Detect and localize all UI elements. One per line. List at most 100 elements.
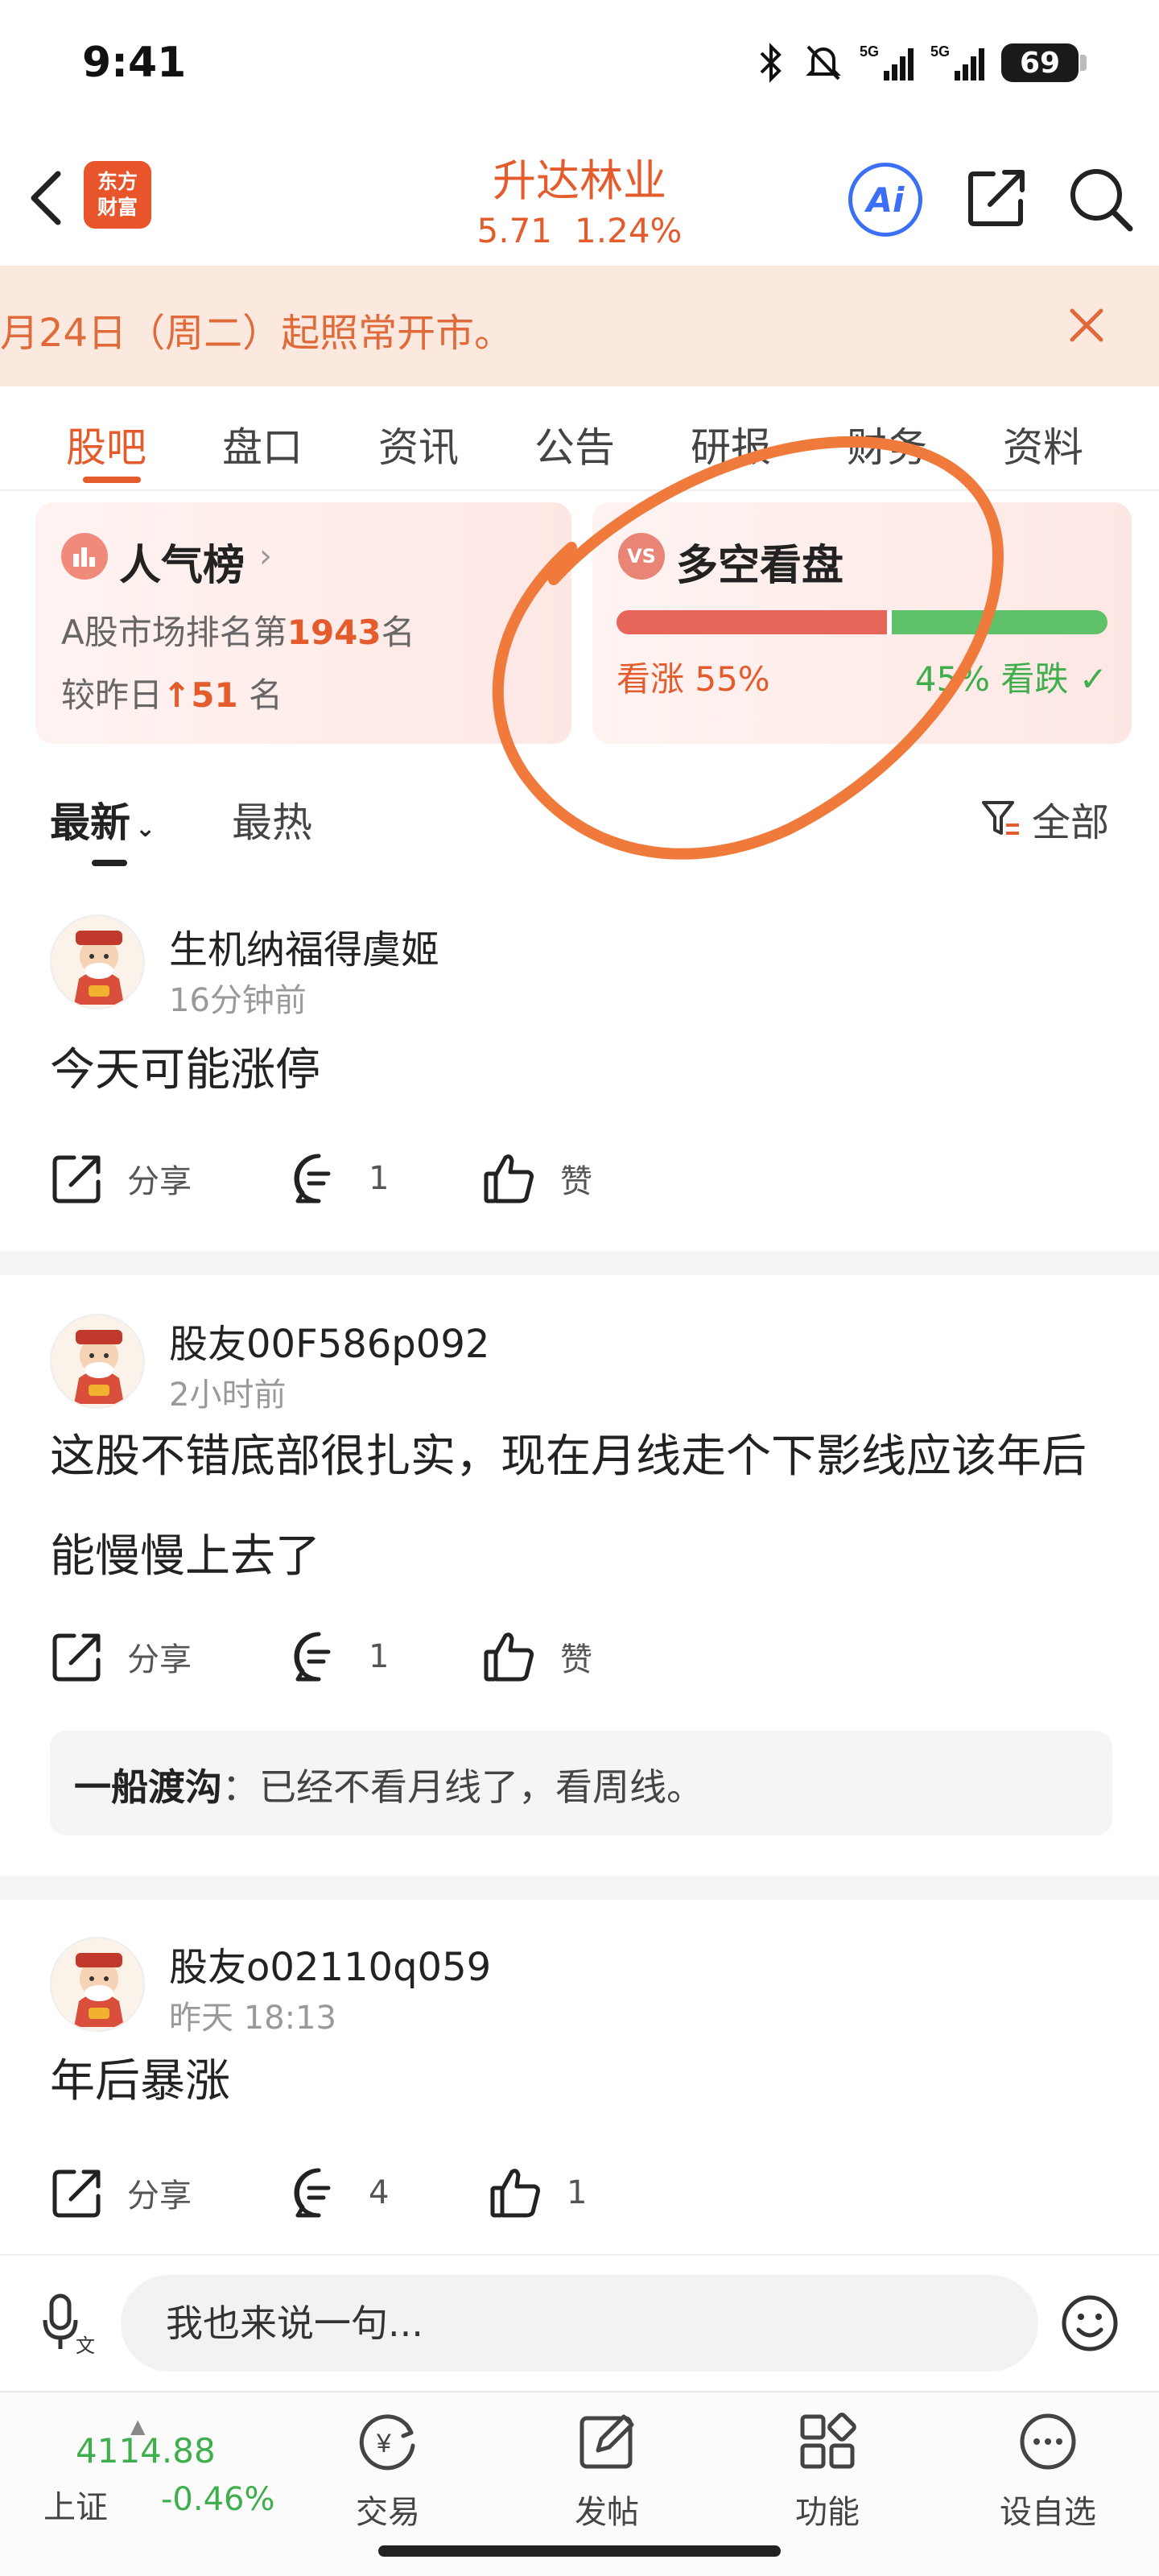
nav-post[interactable]: 发帖: [534, 2409, 679, 2545]
tab-research[interactable]: 研报: [691, 415, 771, 473]
index-change: -0.46%: [161, 2481, 275, 2518]
emoji-icon[interactable]: [1059, 2293, 1120, 2354]
market-index-widget[interactable]: ▲ 4114.88 上证 -0.46%: [40, 2415, 282, 2526]
post-body[interactable]: 这股不错底部很扎实，现在月线走个下影线应该年后能慢慢上去了: [50, 1407, 1112, 1607]
stock-name[interactable]: 升达林业: [419, 145, 740, 208]
sort-latest-label: 最新: [50, 799, 130, 846]
like-button[interactable]: 赞: [481, 1629, 592, 1684]
post-actions: 分享 1 赞: [50, 1151, 855, 1216]
reply-username[interactable]: 一船渡沟: [74, 1765, 222, 1809]
comment-button[interactable]: 1: [291, 1151, 389, 1206]
nav-add-watchlist-label: 设自选: [1000, 2494, 1096, 2531]
comment-bar: 文: [0, 2254, 1159, 2391]
popularity-card[interactable]: 人气榜 › A股市场排名第1943名 较昨日↑51 名: [35, 502, 571, 744]
sort-hot-tab[interactable]: 最热: [232, 791, 312, 848]
search-icon[interactable]: [1066, 164, 1135, 233]
post-body[interactable]: 年后暴涨: [50, 2032, 1112, 2132]
share-button[interactable]: 分享: [50, 2165, 192, 2220]
nav-add-watchlist[interactable]: 设自选: [975, 2409, 1120, 2545]
post-body[interactable]: 今天可能涨停: [50, 1021, 1112, 1121]
post-item[interactable]: 股友o02110q059 昨天 18:13 年后暴涨 分享 4 1: [0, 1900, 1159, 2254]
like-button[interactable]: 1: [488, 2165, 587, 2220]
rank-value: 1943: [287, 613, 382, 652]
post-username[interactable]: 股友00F586p092: [169, 1312, 489, 1368]
comment-input[interactable]: [121, 2275, 1038, 2372]
post-username[interactable]: 股友o02110q059: [169, 1935, 491, 1992]
share-button[interactable]: 分享: [50, 1151, 192, 1206]
like-count: 1: [567, 2174, 588, 2211]
tab-guba[interactable]: 股吧: [66, 415, 146, 473]
nav-functions[interactable]: 功能: [755, 2409, 900, 2545]
post-username[interactable]: 生机纳福得虞姬: [169, 918, 439, 974]
tab-news[interactable]: 资讯: [378, 415, 459, 473]
avatar[interactable]: [50, 1314, 145, 1409]
like-label: 赞: [560, 1163, 592, 1200]
tab-finance[interactable]: 财务: [847, 415, 927, 473]
brand-logo[interactable]: 东方 财富: [84, 161, 151, 229]
bearish-label: 45% 看跌 ✓: [915, 652, 1107, 701]
chart-rank-icon: [61, 533, 108, 580]
avatar[interactable]: [50, 1937, 145, 2032]
post-divider: [0, 1251, 1159, 1275]
thumbs-up-icon: [484, 1633, 534, 1682]
back-icon[interactable]: [23, 166, 71, 230]
compose-icon: [580, 2414, 634, 2469]
thumbs-up-icon: [490, 2169, 540, 2218]
summary-cards: 人气榜 › A股市场排名第1943名 较昨日↑51 名 VS 多空看盘 看涨 5…: [35, 502, 1132, 744]
popularity-change: 较昨日↑51 名: [61, 668, 283, 717]
nav-trade[interactable]: ¥ 交易: [316, 2409, 460, 2545]
more-icon: [1020, 2413, 1076, 2470]
signal-5g-icon-2: 5G: [930, 43, 984, 80]
tab-pankou[interactable]: 盘口: [222, 415, 303, 473]
rank-suffix: 名: [381, 613, 415, 652]
post-item[interactable]: 股友00F586p092 2小时前 这股不错底部很扎实，现在月线走个下影线应该年…: [0, 1275, 1159, 1863]
ai-button[interactable]: Ai: [848, 163, 922, 237]
grid-icon: [800, 2413, 856, 2469]
stock-header: 东方 财富 升达林业 5.71 1.24% Ai: [0, 129, 1159, 266]
voice-input-icon[interactable]: 文: [40, 2291, 97, 2355]
mute-bell-icon: [806, 45, 841, 80]
like-button[interactable]: 赞: [481, 1151, 592, 1206]
chevron-right-icon: ›: [259, 538, 272, 575]
sentiment-card[interactable]: VS 多空看盘 看涨 55% 45% 看跌 ✓: [592, 502, 1132, 744]
comment-button[interactable]: 4: [291, 2165, 389, 2220]
status-bar: 9:41 5G 5G 69: [0, 0, 1159, 129]
reply-text: ：已经不看月线了，看周线。: [222, 1765, 703, 1809]
comment-count: 1: [369, 1638, 390, 1675]
bullish-label: 看涨 55%: [617, 659, 770, 699]
close-icon[interactable]: [1062, 301, 1111, 349]
check-icon: ✓: [1079, 659, 1107, 699]
comment-button[interactable]: 1: [291, 1629, 389, 1684]
svg-text:5G: 5G: [860, 43, 879, 60]
like-label: 赞: [560, 1641, 592, 1678]
filter-icon: [981, 801, 1019, 835]
trade-icon: ¥: [359, 2414, 415, 2471]
filter-button[interactable]: 全部: [980, 791, 1109, 847]
change-suffix: 名: [249, 675, 283, 715]
bearish-label-text: 45% 看跌: [914, 659, 1069, 699]
home-indicator: [378, 2545, 781, 2557]
index-value: 4114.88: [76, 2431, 216, 2471]
popularity-title: 人气榜: [119, 542, 245, 590]
bearish-bar: [891, 610, 1107, 634]
share-icon: [52, 2169, 101, 2218]
nav-post-label: 发帖: [575, 2494, 639, 2531]
tab-profile[interactable]: 资料: [1003, 415, 1083, 473]
status-time: 9:41: [82, 39, 187, 87]
tab-announcements[interactable]: 公告: [534, 415, 615, 473]
share-icon[interactable]: [964, 164, 1030, 230]
popularity-rank: A股市场排名第1943名: [61, 605, 415, 654]
post-timestamp: 16分钟前: [169, 982, 307, 1019]
avatar[interactable]: [50, 914, 145, 1009]
signal-5g-icon-1: 5G: [860, 43, 914, 80]
sort-latest-tab[interactable]: 最新 ⌄: [50, 791, 155, 848]
thumbs-up-icon: [484, 1154, 534, 1203]
battery-indicator: 69: [1001, 43, 1087, 82]
reply-preview[interactable]: 一船渡沟：已经不看月线了，看周线。: [50, 1731, 1112, 1835]
filter-label: 全部: [1031, 800, 1109, 845]
share-label: 分享: [127, 1641, 192, 1678]
chevron-down-icon: ⌄: [135, 815, 156, 843]
post-item[interactable]: 生机纳福得虞姬 16分钟前 今天可能涨停 分享 1 赞: [0, 886, 1159, 1251]
share-button[interactable]: 分享: [50, 1629, 192, 1684]
post-actions: 分享 1 赞: [50, 1629, 855, 1694]
